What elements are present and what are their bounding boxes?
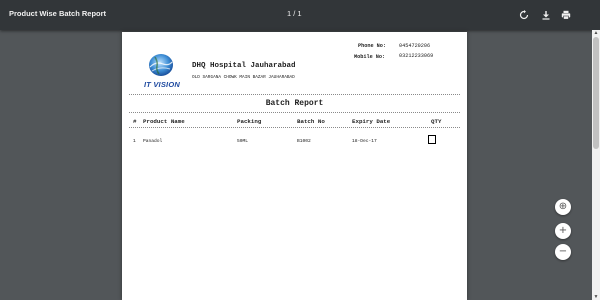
logo-text: IT VISION xyxy=(144,80,180,89)
download-button[interactable] xyxy=(540,9,552,21)
table-header-divider xyxy=(129,127,460,128)
globe-logo-icon xyxy=(149,54,173,76)
expiry-date-cell: 18-Dec-17 xyxy=(352,139,377,144)
column-header-number: # xyxy=(133,118,137,125)
qty-box xyxy=(428,135,436,144)
zoom-out-button[interactable]: − xyxy=(555,244,571,260)
column-header-packing: Packing xyxy=(237,118,262,125)
pdf-toolbar: Product Wise Batch Report 1 / 1 xyxy=(0,0,600,30)
rotate-button[interactable] xyxy=(518,9,530,21)
scroll-up-icon[interactable]: ▲ xyxy=(593,30,599,36)
product-name-cell: Panadol xyxy=(143,139,163,144)
packing-cell: 50ML xyxy=(237,139,249,144)
mobile-value: 03212233069 xyxy=(399,53,434,59)
pdf-page: IT VISION DHQ Hospital Jauharabad OLD SA… xyxy=(122,32,467,300)
plus-icon: + xyxy=(558,225,568,236)
rotate-icon xyxy=(519,10,529,20)
vertical-scrollbar[interactable]: ▲ ▼ xyxy=(592,30,600,300)
hospital-name: DHQ Hospital Jauharabad xyxy=(192,62,296,70)
report-title: Batch Report xyxy=(265,99,324,108)
phone-value: 0454720206 xyxy=(399,43,431,49)
zoom-in-button[interactable]: + xyxy=(555,223,571,239)
fit-to-page-button[interactable]: ⊕ xyxy=(555,199,571,215)
page-indicator: 1 / 1 xyxy=(287,9,302,18)
hospital-address: OLD SARGANA CHOWK MAIN BAZAR JAUHARABAD xyxy=(192,75,295,80)
document-title: Product Wise Batch Report xyxy=(9,9,107,18)
mobile-label: Mobile No: xyxy=(354,54,386,60)
column-header-qty: QTY xyxy=(431,118,442,125)
scroll-thumb[interactable] xyxy=(593,37,599,149)
phone-label: Phone No: xyxy=(358,43,387,49)
column-header-product-name: Product Name xyxy=(143,118,185,125)
title-divider xyxy=(129,112,460,113)
minus-icon: − xyxy=(558,246,568,257)
column-header-expiry-date: Expiry Date xyxy=(352,118,391,125)
fit-page-icon: ⊕ xyxy=(558,201,568,212)
print-icon xyxy=(561,10,571,20)
header-divider xyxy=(129,94,460,95)
column-header-batch-no: Batch No xyxy=(297,118,325,125)
scroll-down-icon[interactable]: ▼ xyxy=(593,294,599,300)
batch-no-cell: B1002 xyxy=(297,139,311,144)
row-number: 1 xyxy=(133,139,136,144)
print-button[interactable] xyxy=(560,9,572,21)
download-icon xyxy=(542,11,550,20)
